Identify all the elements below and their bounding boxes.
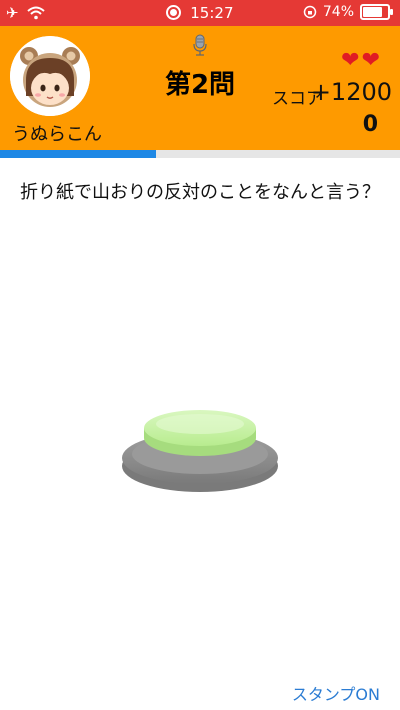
battery-icon — [360, 4, 393, 20]
progress-bar — [0, 150, 400, 158]
progress-fill — [0, 150, 156, 158]
battery-percent: 74% — [322, 4, 354, 20]
answer-buzzer-button[interactable] — [118, 396, 282, 496]
rotation-lock-icon — [303, 5, 317, 19]
microphone-icon — [192, 34, 208, 60]
screen-record-icon — [166, 5, 182, 20]
quiz-header: うぬらこん 第2問 ❤ ❤ スコア +1200 0 — [0, 26, 400, 150]
username: うぬらこん — [12, 124, 102, 145]
status-time: 15:27 — [190, 4, 234, 22]
heart-icon: ❤ — [361, 48, 380, 73]
question-text: 折り紙で山おりの反対のことをなんと言う？ — [20, 182, 380, 203]
buzzer-graphic — [122, 410, 278, 492]
heart-icon: ❤ — [341, 48, 360, 73]
score-delta: +1200 — [310, 78, 392, 106]
stamp-toggle-button[interactable]: スタンプON — [292, 681, 380, 705]
lives-hearts: ❤ ❤ — [341, 48, 380, 73]
battery-fill — [363, 7, 383, 17]
score-value: 0 — [362, 112, 378, 137]
status-right: 74% — [303, 4, 393, 20]
status-bar: ✈ 15:27 74% — [0, 0, 400, 26]
